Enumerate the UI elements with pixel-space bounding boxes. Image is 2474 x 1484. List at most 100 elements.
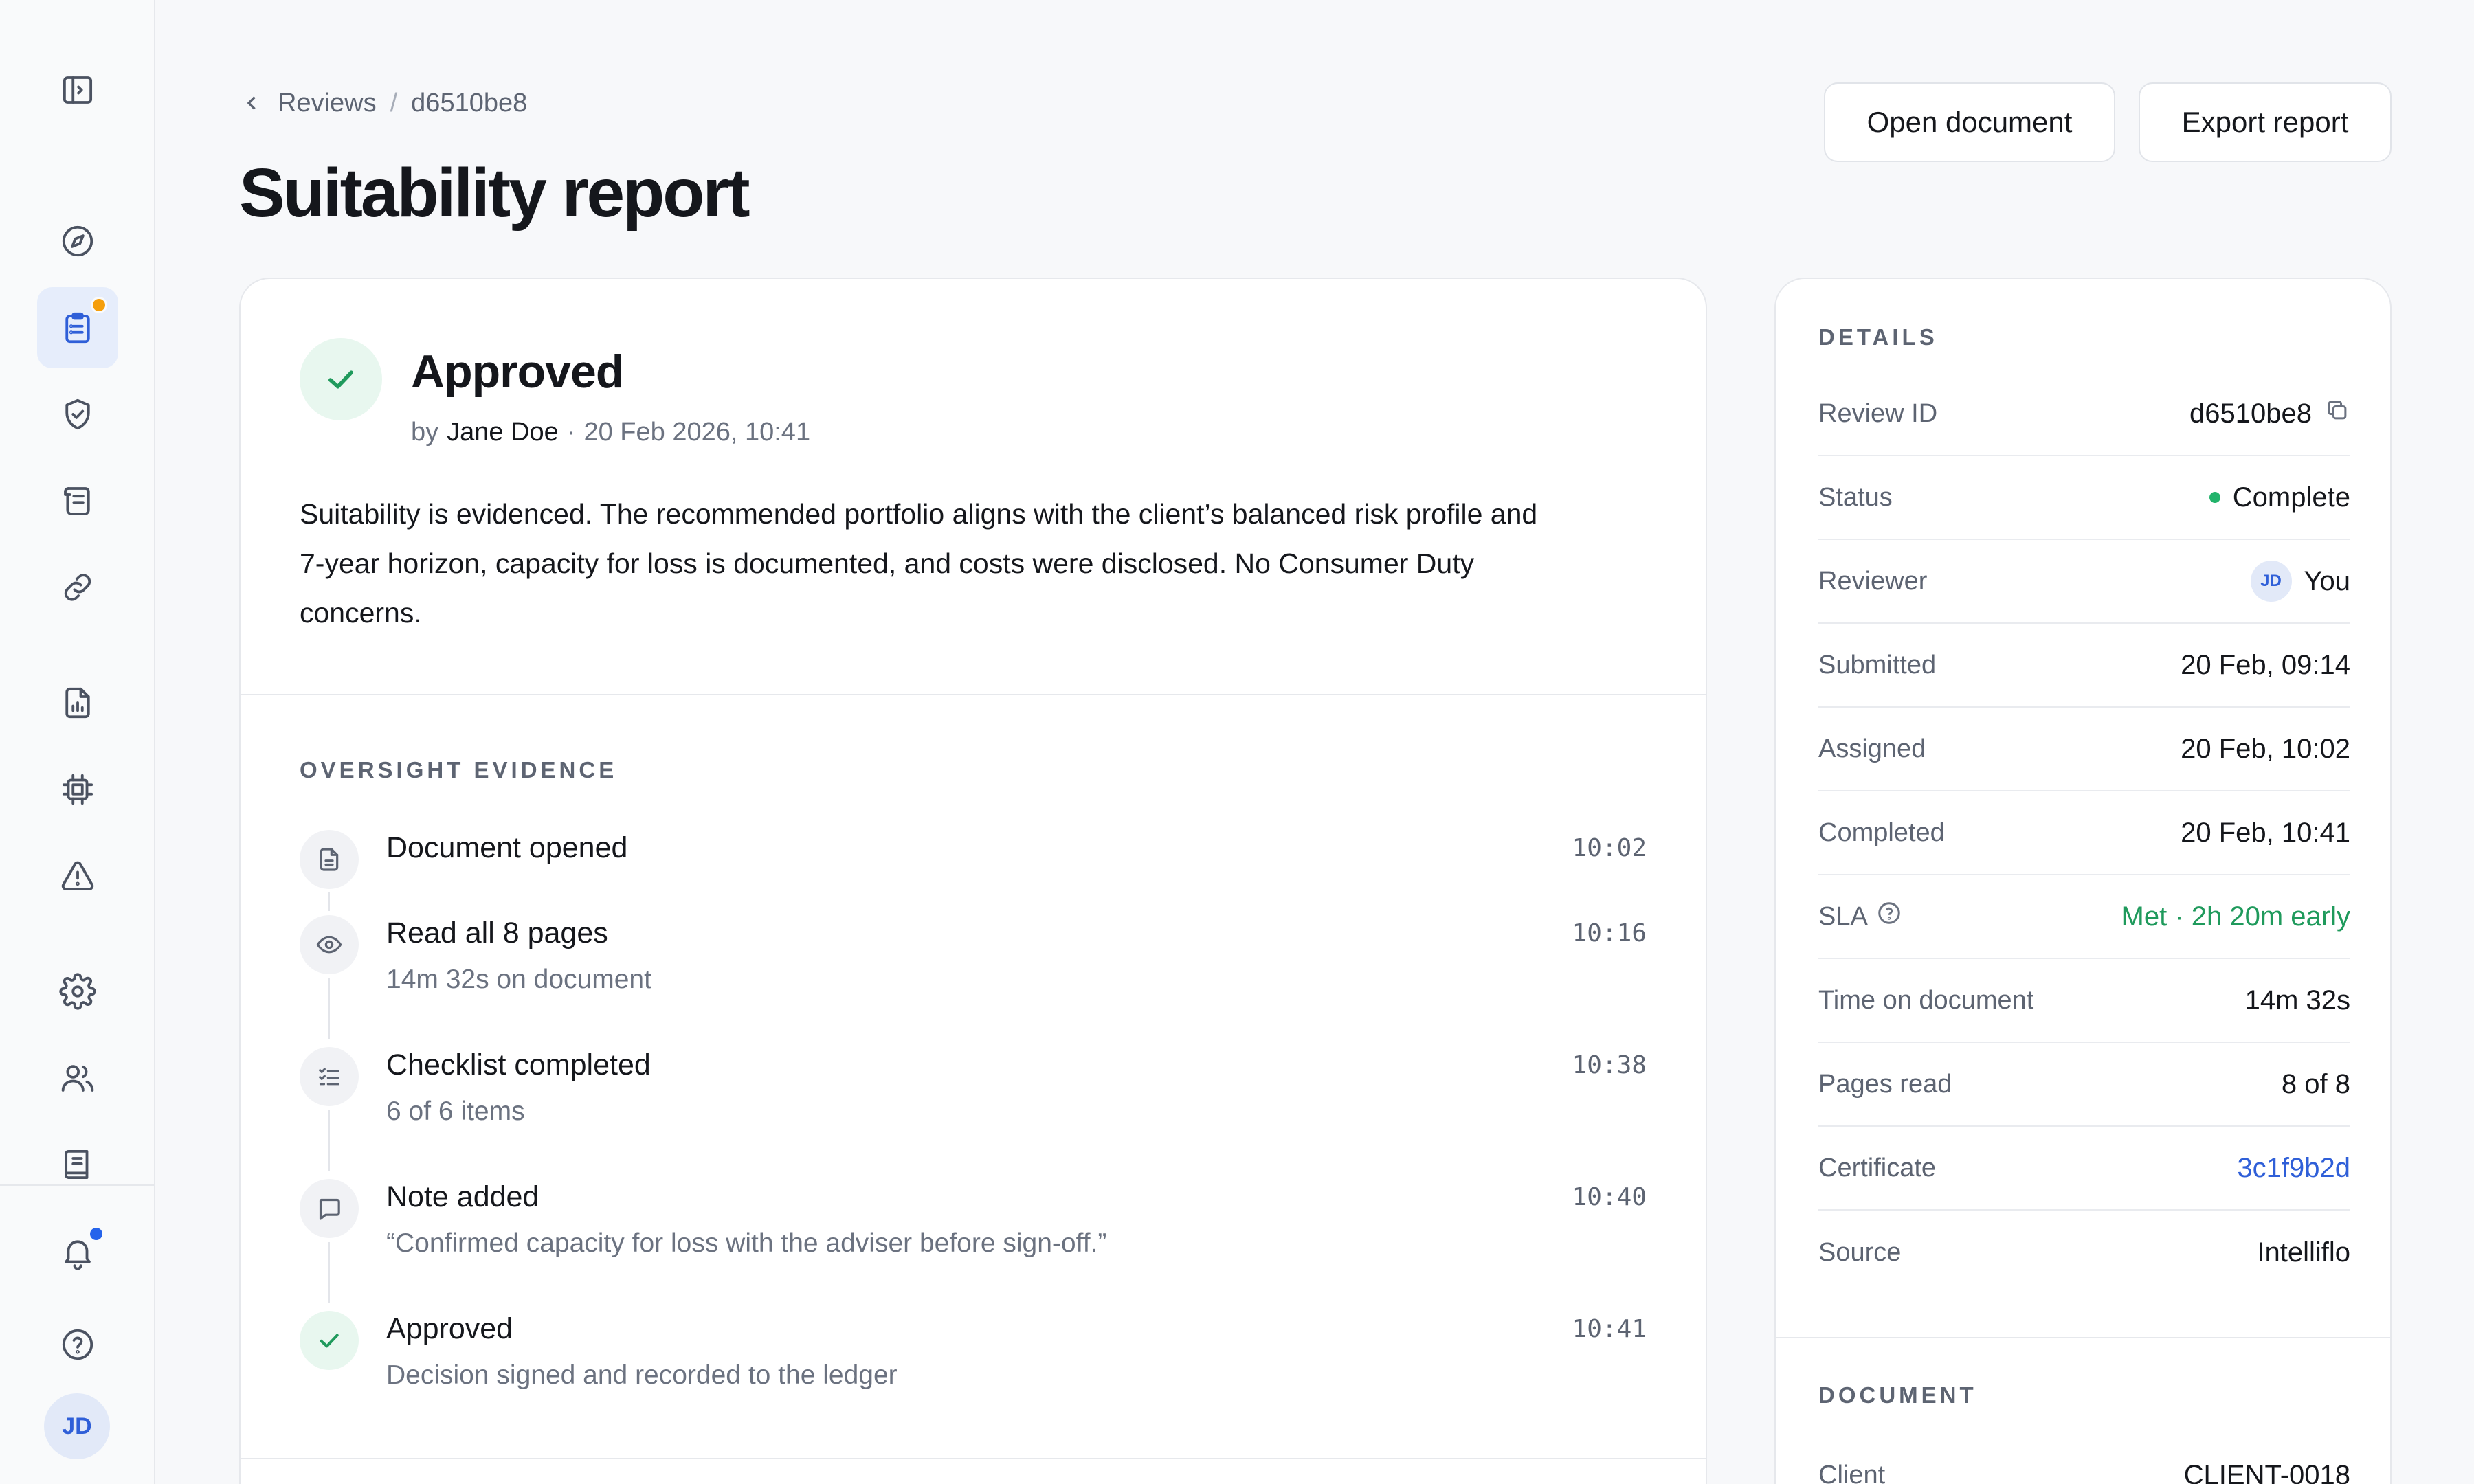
detail-key: Reviewer bbox=[1818, 566, 1928, 596]
timeline-title: Note added bbox=[386, 1180, 539, 1213]
checklist-icon bbox=[300, 1047, 359, 1106]
timeline-subtitle: Decision signed and recorded to the ledg… bbox=[386, 1360, 898, 1390]
detail-row-completed: Completed 20 Feb, 10:41 bbox=[1818, 791, 2350, 875]
timeline-title: Approved bbox=[386, 1312, 513, 1345]
decision-meta: by Jane Doe · 20 Feb 2026, 10:41 bbox=[411, 418, 810, 447]
approved-check-icon bbox=[300, 338, 382, 420]
alert-triangle-icon[interactable] bbox=[37, 835, 118, 917]
detail-value: 20 Feb, 10:02 bbox=[2181, 733, 2350, 764]
export-report-button[interactable]: Export report bbox=[2139, 82, 2392, 162]
detail-key: SLA bbox=[1818, 900, 1902, 933]
sidebar: JD bbox=[0, 0, 155, 1484]
details-card: DETAILS Review ID d6510be8 Status Comple… bbox=[1774, 278, 2392, 1484]
detail-row-source: Source Intelliflo bbox=[1818, 1211, 2350, 1294]
decision-reviewer: Jane Doe bbox=[447, 418, 559, 447]
status-dot-icon bbox=[2209, 492, 2220, 503]
evidence-label: OVERSIGHT EVIDENCE bbox=[300, 757, 618, 783]
detail-key: Certificate bbox=[1818, 1153, 1937, 1182]
section-divider bbox=[241, 694, 1706, 695]
document-label: DOCUMENT bbox=[1818, 1382, 1977, 1408]
gear-icon[interactable] bbox=[37, 951, 118, 1032]
detail-key: Completed bbox=[1818, 818, 1945, 847]
detail-row-sla: SLA Met · 2h 20m early bbox=[1818, 875, 2350, 959]
eye-icon bbox=[300, 915, 359, 974]
detail-key: Status bbox=[1818, 482, 1893, 512]
detail-row-client: Client CLIENT-0018 bbox=[1818, 1433, 2350, 1484]
timeline-time: 10:41 bbox=[1572, 1315, 1647, 1343]
detail-value: 8 of 8 bbox=[2281, 1068, 2350, 1099]
timeline-time: 10:16 bbox=[1572, 919, 1647, 947]
avatar[interactable]: JD bbox=[44, 1393, 110, 1459]
decision-card: Approved by Jane Doe · 20 Feb 2026, 10:4… bbox=[239, 278, 1707, 1484]
detail-key: Review ID bbox=[1818, 398, 1938, 428]
link-icon[interactable] bbox=[37, 547, 118, 628]
users-icon[interactable] bbox=[37, 1037, 118, 1118]
detail-row-pages-read: Pages read 8 of 8 bbox=[1818, 1043, 2350, 1127]
timeline-title: Checklist completed bbox=[386, 1048, 651, 1081]
document-icon bbox=[300, 830, 359, 889]
shield-check-icon[interactable] bbox=[37, 374, 118, 455]
timeline-title: Read all 8 pages bbox=[386, 917, 608, 949]
timeline-connector bbox=[328, 978, 330, 1039]
decision-by-prefix: by bbox=[411, 418, 439, 447]
detail-value: Intelliflo bbox=[2257, 1237, 2350, 1268]
copy-icon[interactable] bbox=[2324, 397, 2350, 430]
decision-separator: · bbox=[566, 418, 576, 447]
detail-key: Assigned bbox=[1818, 734, 1926, 763]
decision-summary: Suitability is evidenced. The recommende… bbox=[300, 498, 1538, 629]
sidebar-divider bbox=[0, 1184, 155, 1186]
reviewer-avatar: JD bbox=[2250, 561, 2292, 602]
detail-row-time-on-document: Time on document 14m 32s bbox=[1818, 959, 2350, 1043]
detail-row-certificate: Certificate 3c1f9b2d bbox=[1818, 1127, 2350, 1211]
book-icon[interactable] bbox=[37, 1124, 118, 1205]
notifications-badge bbox=[88, 1226, 104, 1242]
detail-row-reviewer: Reviewer JD You bbox=[1818, 540, 2350, 624]
bell-icon[interactable] bbox=[37, 1212, 118, 1293]
timeline-time: 10:40 bbox=[1572, 1183, 1647, 1211]
section-divider bbox=[241, 1458, 1706, 1459]
sla-key: SLA bbox=[1818, 901, 1868, 931]
scroll-icon[interactable] bbox=[37, 460, 118, 541]
detail-value: CLIENT-0018 bbox=[2183, 1459, 2350, 1484]
chip-icon[interactable] bbox=[37, 749, 118, 830]
timeline-connector bbox=[328, 1242, 330, 1303]
timeline-subtitle: 14m 32s on document bbox=[386, 965, 651, 994]
chevron-left-icon[interactable] bbox=[241, 91, 264, 115]
status-value: Complete bbox=[2232, 482, 2350, 513]
timeline-connector bbox=[328, 1110, 330, 1171]
timeline-subtitle: 6 of 6 items bbox=[386, 1097, 525, 1126]
reviews-badge bbox=[91, 297, 107, 313]
status-badge: Complete bbox=[2209, 482, 2350, 513]
timeline-title: Document opened bbox=[386, 831, 628, 864]
timeline-subtitle: “Confirmed capacity for loss with the ad… bbox=[386, 1228, 1107, 1258]
detail-value: d6510be8 bbox=[2189, 397, 2350, 430]
compass-icon[interactable] bbox=[37, 201, 118, 282]
panel-toggle-icon[interactable] bbox=[37, 49, 118, 131]
section-divider bbox=[1776, 1337, 2390, 1338]
detail-value: 14m 32s bbox=[2244, 985, 2350, 1015]
timeline-connector bbox=[328, 892, 330, 911]
detail-key: Source bbox=[1818, 1237, 1902, 1267]
detail-value: 20 Feb, 09:14 bbox=[2181, 649, 2350, 680]
sla-value: Met · 2h 20m early bbox=[2121, 901, 2350, 932]
clipboard-icon[interactable] bbox=[37, 287, 118, 368]
review-id-value: d6510be8 bbox=[2189, 398, 2312, 429]
breadcrumb-parent[interactable]: Reviews bbox=[278, 89, 377, 118]
help-circle-icon[interactable] bbox=[37, 1304, 118, 1385]
timeline-time: 10:38 bbox=[1572, 1051, 1647, 1079]
open-document-button[interactable]: Open document bbox=[1824, 82, 2115, 162]
certificate-link[interactable]: 3c1f9b2d bbox=[2237, 1153, 2350, 1184]
check-icon bbox=[300, 1311, 359, 1370]
file-chart-icon[interactable] bbox=[37, 662, 118, 743]
detail-row-review-id: Review ID d6510be8 bbox=[1818, 372, 2350, 456]
detail-key: Time on document bbox=[1818, 985, 2034, 1015]
detail-key: Submitted bbox=[1818, 650, 1937, 679]
detail-key: Client bbox=[1818, 1460, 1886, 1484]
reviewer-value: You bbox=[2304, 565, 2351, 596]
comment-icon bbox=[300, 1179, 359, 1238]
help-icon[interactable] bbox=[1876, 900, 1902, 933]
timeline-time: 10:02 bbox=[1572, 834, 1647, 862]
detail-value: JD You bbox=[2250, 561, 2351, 602]
breadcrumb: Reviews / d6510be8 bbox=[241, 85, 527, 121]
detail-row-assigned: Assigned 20 Feb, 10:02 bbox=[1818, 708, 2350, 791]
